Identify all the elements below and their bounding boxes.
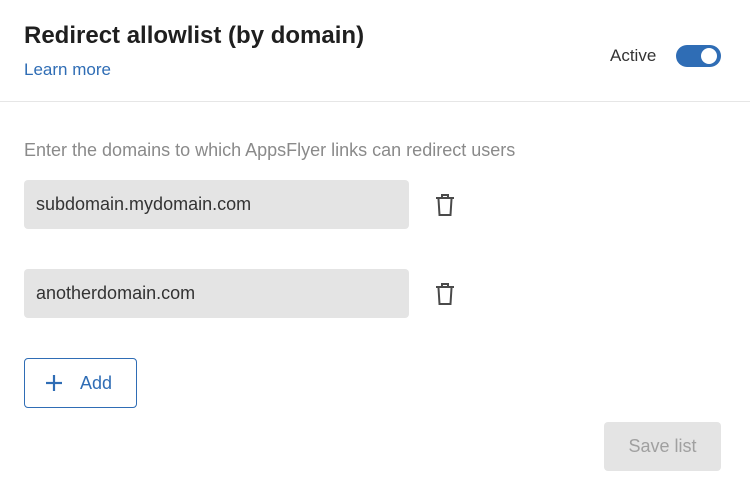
learn-more-link[interactable]: Learn more: [24, 59, 111, 81]
panel-header: Redirect allowlist (by domain) Learn mor…: [0, 0, 750, 102]
intro-text: Enter the domains to which AppsFlyer lin…: [24, 140, 516, 160]
active-label: Active: [610, 46, 657, 65]
domain-input-1[interactable]: [24, 180, 409, 229]
add-button-label: Add: [80, 373, 113, 393]
trash-icon[interactable]: [431, 191, 459, 219]
redirect-allowlist-panel: Redirect allowlist (by domain) Learn mor…: [0, 0, 750, 494]
plus-icon: [45, 374, 63, 392]
active-toggle[interactable]: [676, 45, 721, 67]
save-list-button[interactable]: Save list: [604, 422, 721, 471]
trash-icon[interactable]: [431, 280, 459, 308]
domain-input-2[interactable]: [24, 269, 409, 318]
add-domain-button[interactable]: Add: [24, 358, 137, 408]
page-title: Redirect allowlist (by domain): [24, 22, 365, 49]
toggle-knob: [701, 48, 717, 64]
